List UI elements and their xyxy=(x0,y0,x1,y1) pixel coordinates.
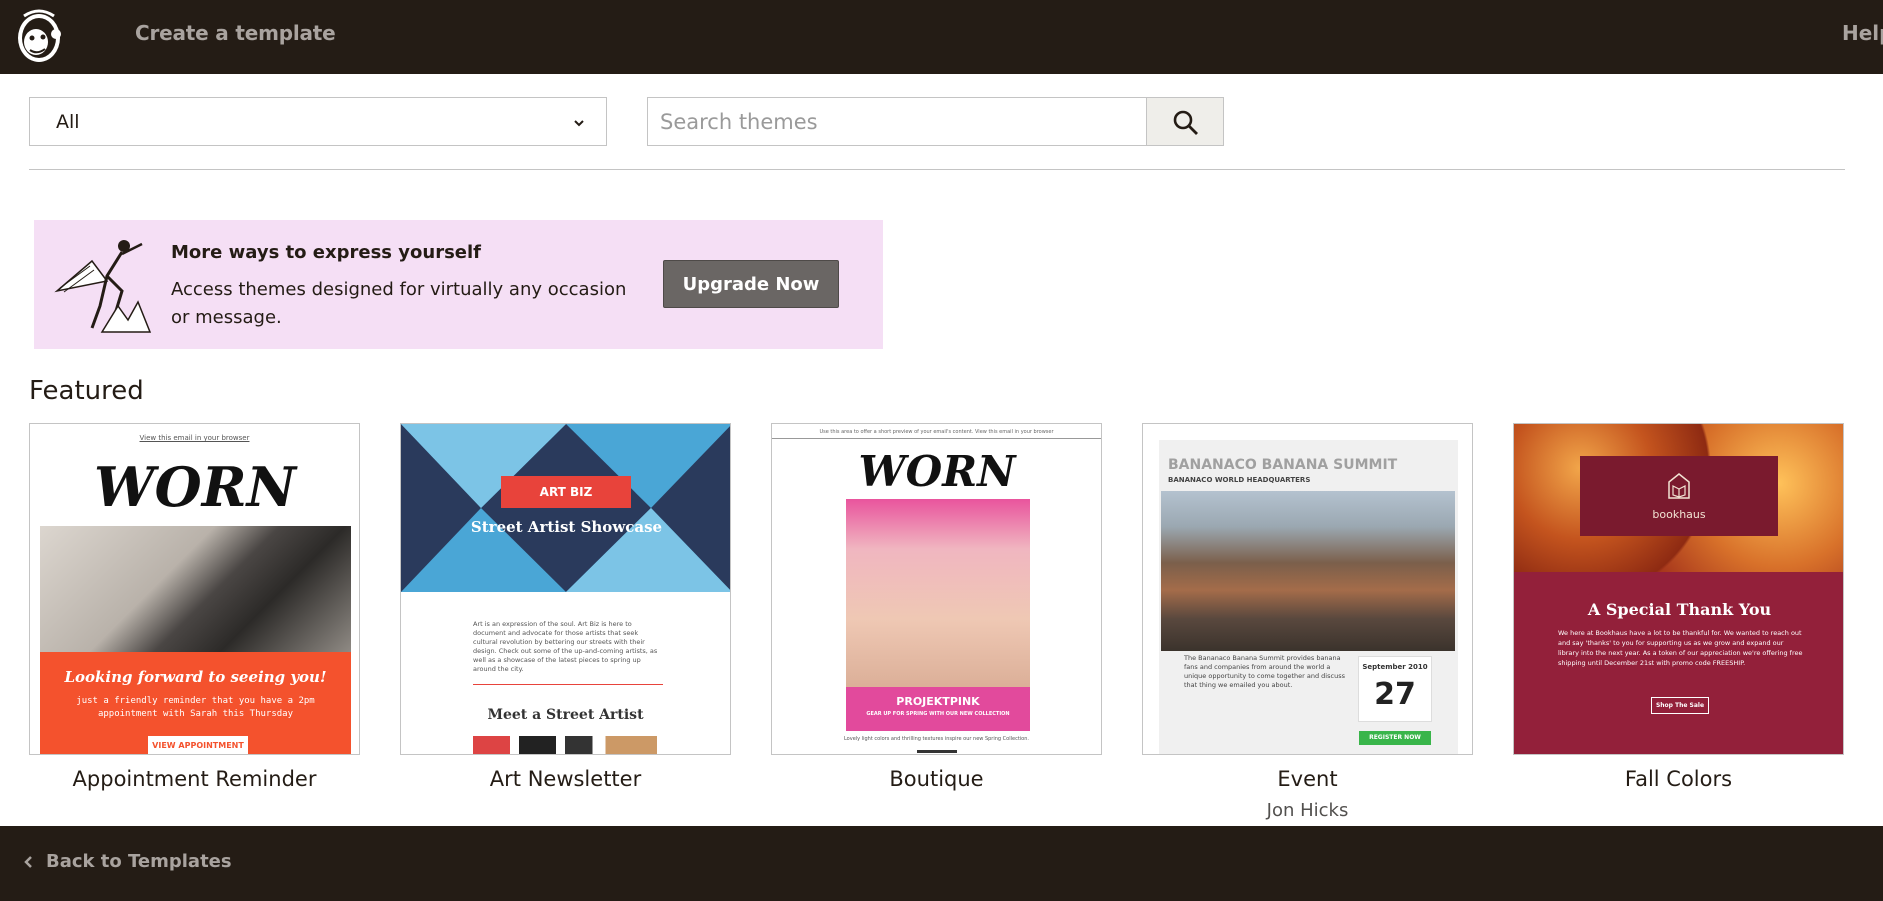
preview-red-block: A Special Thank You We here at Bookhaus … xyxy=(1514,572,1843,754)
preview-body: just a friendly reminder that you have a… xyxy=(76,696,315,719)
top-bar: Create a template Help xyxy=(0,0,1883,74)
template-name[interactable]: Event xyxy=(1142,767,1473,791)
template-thumbnail[interactable]: View this email in your browser WORN Loo… xyxy=(29,423,360,755)
worn-brand-logo: WORN xyxy=(94,455,299,519)
calendar-month: September 2010 xyxy=(1362,663,1428,671)
preview-top-rule xyxy=(772,438,1101,439)
preview-image-strip xyxy=(473,736,657,754)
preview-banner-title: PROJEKTPINK xyxy=(896,695,980,708)
preview-hero: ART BIZ Street Artist Showcase xyxy=(401,424,730,592)
preview-banner-sub: GEAR UP FOR SPRING WITH OUR NEW COLLECTI… xyxy=(866,711,1010,717)
banner-text: Access themes designed for virtually any… xyxy=(171,279,627,328)
book-house-icon xyxy=(1668,473,1690,499)
worn-logo-text: WORN xyxy=(858,447,1017,496)
triangle-pattern xyxy=(401,424,730,592)
template-author: Jon Hicks xyxy=(1266,800,1349,821)
chevron-left-icon xyxy=(24,855,32,868)
preview-title: BANANACO BANANA SUMMIT xyxy=(1168,457,1398,473)
preview-heading: Looking forward to seeing you! xyxy=(64,668,327,686)
preview-browser-link: View this email in your browser xyxy=(139,434,250,442)
upgrade-now-button[interactable]: Upgrade Now xyxy=(663,260,839,308)
featured-heading: Featured xyxy=(29,376,144,406)
template-thumbnail[interactable]: BANANACO BANANA SUMMIT BANANACO WORLD HE… xyxy=(1142,423,1473,755)
preview-subtitle: BANANACO WORLD HEADQUARTERS xyxy=(1168,476,1311,484)
template-card-art-newsletter[interactable]: ART BIZ Street Artist Showcase Art is an… xyxy=(400,423,731,791)
preview-calendar: September 2010 27 xyxy=(1358,656,1432,722)
bookhaus-name: bookhaus xyxy=(1652,508,1706,521)
worn-logo-text: WORN xyxy=(94,455,299,519)
bookhaus-badge: bookhaus xyxy=(1580,456,1778,536)
template-card-appointment-reminder[interactable]: View this email in your browser WORN Loo… xyxy=(29,423,360,791)
preview-body: We here at Bookhaus have a lot to be tha… xyxy=(1558,629,1803,667)
search-button[interactable] xyxy=(1146,97,1224,146)
calendar-day: 27 xyxy=(1374,677,1416,712)
search-icon xyxy=(1173,110,1198,135)
chevron-down-icon xyxy=(574,120,584,127)
flying-figure-illustration xyxy=(54,240,152,333)
help-link[interactable]: Help xyxy=(1842,21,1883,45)
banner-title: More ways to express yourself xyxy=(171,242,481,263)
filter-divider xyxy=(29,169,1845,170)
bottom-bar: Back to Templates xyxy=(0,826,1883,901)
preview-city-photo xyxy=(1161,491,1455,651)
preview-photo xyxy=(846,499,1030,699)
template-thumbnail[interactable]: Use this area to offer a short preview o… xyxy=(771,423,1102,755)
preview-rule xyxy=(473,684,663,685)
preview-footer: Lovely light colors and thrilling textur… xyxy=(843,736,1029,742)
back-to-templates-label: Back to Templates xyxy=(46,851,232,872)
preview-subheading: Meet a Street Artist xyxy=(487,707,644,723)
preview-footer-rule xyxy=(917,750,957,753)
template-thumbnail[interactable]: bookhaus A Special Thank You We here at … xyxy=(1513,423,1844,755)
page-title: Create a template xyxy=(135,21,336,45)
category-dropdown[interactable]: All xyxy=(29,97,607,146)
template-card-boutique[interactable]: Use this area to offer a short preview o… xyxy=(771,423,1102,791)
preview-body: The Bananaco Banana Summit provides bana… xyxy=(1184,654,1345,689)
preview-top-text: Use this area to offer a short preview o… xyxy=(819,429,1054,435)
mailchimp-logo-icon[interactable] xyxy=(12,6,66,68)
template-name[interactable]: Art Newsletter xyxy=(400,767,731,791)
preview-button: VIEW APPOINTMENT xyxy=(148,736,248,754)
back-to-templates-link[interactable]: Back to Templates xyxy=(22,851,232,872)
preview-title: Street Artist Showcase xyxy=(470,518,663,536)
search-themes-input[interactable] xyxy=(647,97,1147,146)
template-card-event[interactable]: BANANACO BANANA SUMMIT BANANACO WORLD HE… xyxy=(1142,423,1473,821)
preview-button: Shop The Sale xyxy=(1651,697,1709,714)
worn-brand-logo: WORN xyxy=(858,447,1017,496)
preview-heading: A Special Thank You xyxy=(1587,600,1772,619)
preview-orange-block: Looking forward to seeing you! just a fr… xyxy=(40,652,351,754)
preview-register-button: REGISTER NOW xyxy=(1359,731,1431,745)
preview-pink-banner: PROJEKTPINK GEAR UP FOR SPRING WITH OUR … xyxy=(846,687,1030,731)
template-card-fall-colors[interactable]: bookhaus A Special Thank You We here at … xyxy=(1513,423,1844,791)
preview-body: Art is an expression of the soul. Art Bi… xyxy=(473,620,658,673)
template-name[interactable]: Fall Colors xyxy=(1513,767,1844,791)
template-thumbnail[interactable]: ART BIZ Street Artist Showcase Art is an… xyxy=(400,423,731,755)
template-name[interactable]: Appointment Reminder xyxy=(29,767,360,791)
art-biz-logo: ART BIZ xyxy=(501,476,631,508)
upgrade-banner: More ways to express yourself Access the… xyxy=(34,220,883,349)
category-dropdown-value: All xyxy=(56,111,80,133)
preview-photo xyxy=(40,526,351,652)
template-name[interactable]: Boutique xyxy=(771,767,1102,791)
